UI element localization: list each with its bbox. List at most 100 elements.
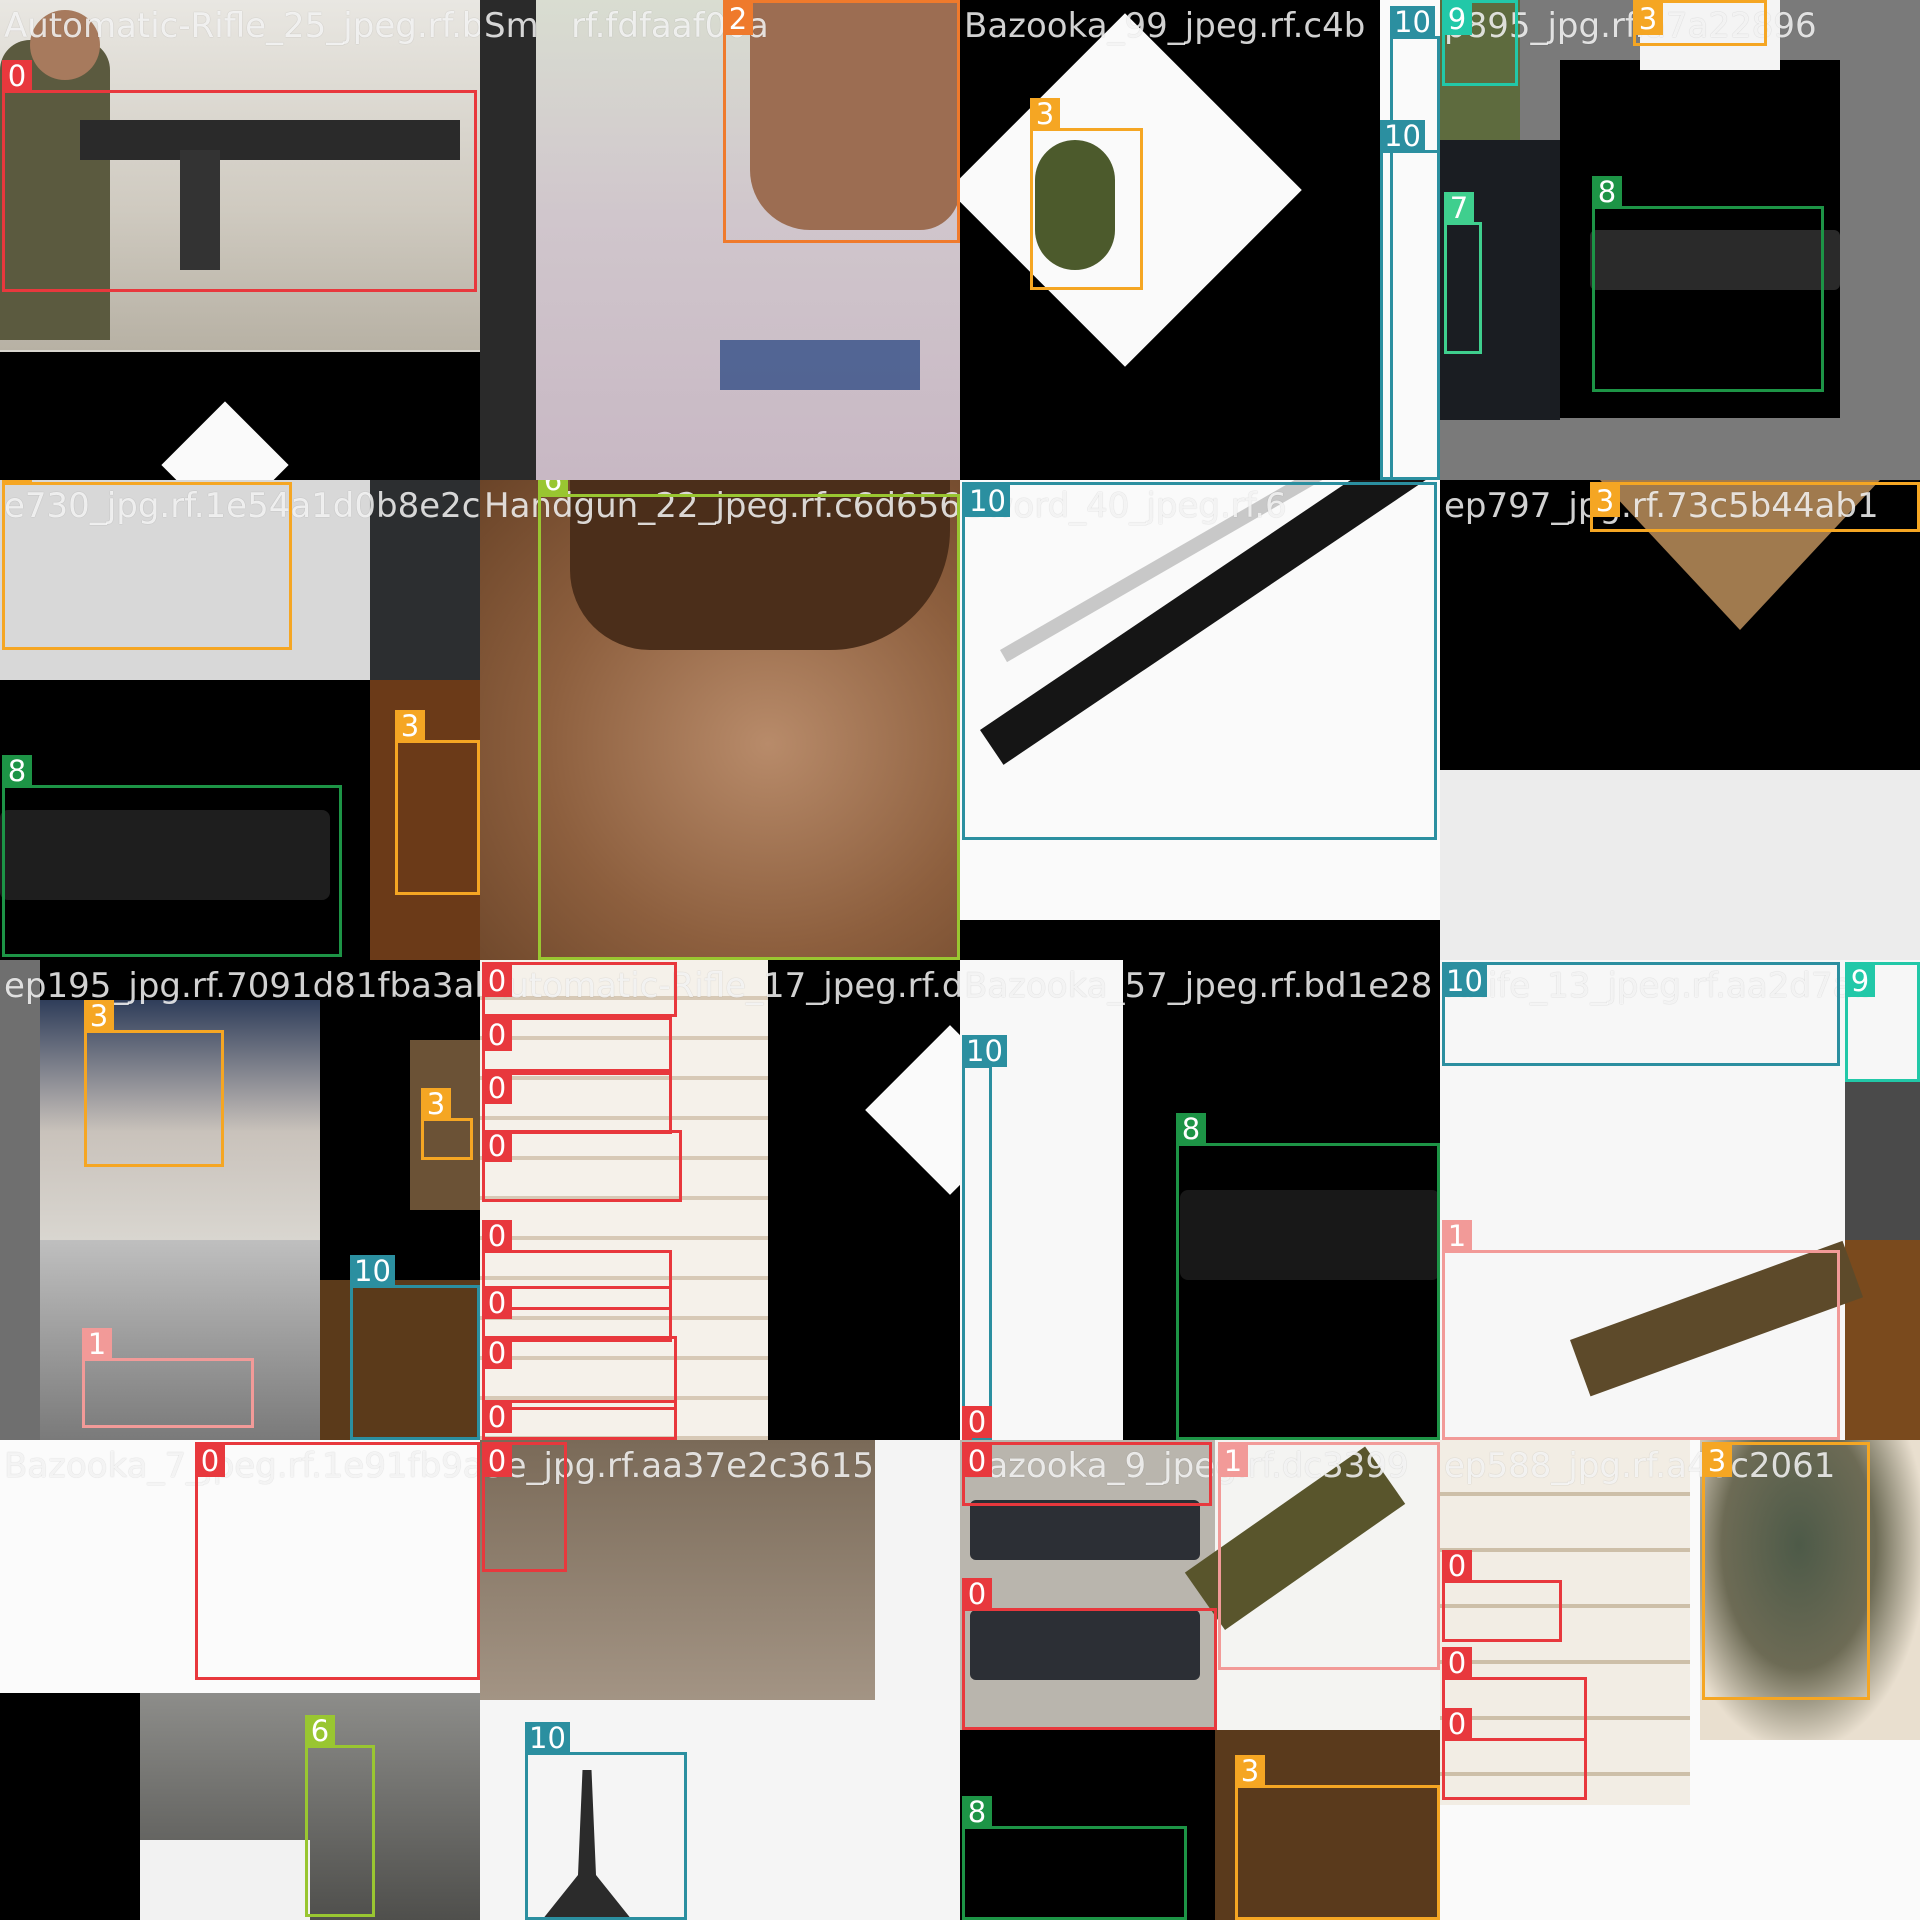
box-class-label: 3 — [2, 480, 32, 484]
box-class-label: 1 — [1218, 1445, 1248, 1477]
box-class-0: 0 — [2, 60, 477, 292]
box-class-label: 0 — [1442, 1708, 1472, 1740]
box-class-3: 3 — [421, 1088, 473, 1160]
box-class-0: 0 — [482, 1130, 682, 1202]
box-class-0: 0 — [962, 1406, 992, 1440]
tile-11: Bazooka_57_jpeg.rf.bd1e28 10 8 0 — [960, 960, 1440, 1440]
box-class-label: 3 — [1633, 3, 1663, 35]
box-class-label: 0 — [962, 1445, 992, 1477]
box-class-label: 10 — [525, 1722, 570, 1754]
box-class-label: 10 — [1390, 6, 1435, 38]
box-class-label: 10 — [965, 485, 1010, 517]
box-class-10: 10 — [525, 1722, 687, 1920]
box-class-label: 3 — [1702, 1445, 1732, 1477]
tile-16: ep588_jpg.rf.a40c2061 0 0 0 3 — [1440, 1440, 1920, 1920]
box-class-2: 2 — [723, 0, 960, 243]
box-class-label: 0 — [482, 1401, 512, 1433]
box-class-10: 10 — [1442, 962, 1840, 1066]
box-class-label: 0 — [2, 60, 32, 92]
box-class-label: 8 — [1176, 1113, 1206, 1145]
box-class-label: 10 — [1442, 965, 1487, 997]
box-class-label: 6 — [305, 1715, 335, 1747]
box-class-8: 8 — [962, 1796, 1187, 1920]
box-class-8: 8 — [2, 755, 342, 957]
box-class-label: 0 — [482, 1445, 512, 1477]
box-class-label: 8 — [962, 1796, 992, 1828]
box-class-label: 3 — [84, 1000, 114, 1032]
box-class-label: 2 — [723, 3, 753, 35]
box-class-9: 9 — [1442, 0, 1518, 86]
box-class-3: 3 — [395, 710, 480, 895]
box-class-label: 0 — [482, 1220, 512, 1252]
box-class-0: 0 — [1442, 1708, 1587, 1800]
box-class-label: 0 — [482, 1072, 512, 1104]
box-class-label: 1 — [1442, 1220, 1472, 1252]
box-class-label: 1 — [82, 1328, 112, 1360]
box-class-0: 0 — [962, 1578, 1217, 1730]
tile-12: Knife_13_jpeg.rf.aa2d7ab 10 9 1 — [1440, 960, 1920, 1440]
box-class-3: 3 — [1702, 1442, 1870, 1700]
box-class-label: 0 — [962, 1578, 992, 1610]
box-class-label: 10 — [962, 1035, 1007, 1067]
tile-14: 3e_jpg.rf.aa37e2c3615 0 10 — [480, 1440, 960, 1920]
box-class-7: 7 — [1444, 192, 1482, 354]
box-class-0: 0 — [195, 1442, 480, 1680]
tile-1: Automatic-Rifle_25_jpeg.rf.b 0 — [0, 0, 480, 480]
box-class-label: 3 — [1235, 1755, 1265, 1787]
box-class-0: 0 — [482, 1286, 672, 1342]
tile-10: Automatic-Rifle_17_jpeg.rf.d 0 0 0 0 0 0… — [480, 960, 960, 1440]
box-class-3: 3 — [1235, 1755, 1440, 1920]
box-class-3: 3 — [2, 480, 292, 650]
tile-7: Sword_40_jpeg.rf.6 10 — [960, 480, 1440, 960]
box-class-label: 0 — [962, 1406, 992, 1438]
box-class-0: 0 — [482, 1400, 677, 1440]
box-class-label: 3 — [421, 1088, 451, 1120]
box-class-10: 10 — [1380, 120, 1440, 480]
tile-2: Sm rf.fdfaaf00a 2 — [480, 0, 960, 480]
detection-mosaic: Automatic-Rifle_25_jpeg.rf.b 0 Sm rf.fdf… — [0, 0, 1920, 1920]
box-class-0: 0 — [1442, 1550, 1562, 1642]
box-class-label: 0 — [1442, 1550, 1472, 1582]
box-class-3: 3 — [1030, 98, 1143, 290]
box-class-3: 3 — [1590, 482, 1920, 532]
box-class-label: 10 — [1380, 120, 1425, 152]
tile-4: p895_jpg.rf.a7a22896 9 3 7 8 — [1440, 0, 1920, 480]
box-class-label: 0 — [482, 1337, 512, 1369]
tile-8: ep797_jpg.rf.73c5b44ab1 3 — [1440, 480, 1920, 960]
box-class-8: 8 — [1176, 1113, 1440, 1440]
box-class-9: 9 — [1845, 962, 1920, 1082]
box-class-0: 0 — [482, 1072, 672, 1134]
box-class-label: 8 — [1592, 176, 1622, 208]
box-class-label: 0 — [482, 1019, 512, 1051]
box-class-3: 3 — [84, 1000, 224, 1167]
tile-15: Bazooka_9_jpeg.rf.dc3399 0 0 1 8 3 — [960, 1440, 1440, 1920]
box-class-label: 6 — [538, 480, 568, 496]
tile-9: ep195_jpg.rf.7091d81fba3ab 3 3 1 10 — [0, 960, 480, 1440]
tile-filename: Bazooka_99_jpeg.rf.c4b — [964, 6, 1366, 46]
box-class-label: 0 — [1442, 1647, 1472, 1679]
box-class-label: 9 — [1442, 3, 1472, 35]
box-class-label: 0 — [195, 1445, 225, 1477]
tile-5: e730_jpg.rf.1e54a1d0b8e2c5 3 8 3 — [0, 480, 480, 960]
box-class-0: 0 — [482, 1442, 567, 1572]
box-class-label: 0 — [482, 1287, 512, 1319]
box-class-label: 7 — [1444, 192, 1474, 224]
box-class-label: 8 — [2, 755, 32, 787]
tile-6: Handgun_22_jpeg.rf.c6d656 6 — [480, 480, 960, 960]
tile-3: Bazooka_99_jpeg.rf.c4b 3 10 10 — [960, 0, 1440, 480]
box-class-10: 10 — [962, 1035, 1007, 1440]
box-class-label: 3 — [395, 710, 425, 742]
box-class-label: 0 — [482, 965, 512, 997]
box-class-3: 3 — [1633, 0, 1767, 46]
box-class-0: 0 — [962, 1442, 1212, 1506]
box-class-label: 10 — [350, 1255, 395, 1287]
box-class-6: 6 — [538, 480, 960, 960]
tile-13: Bazooka_7_jpeg.rf.1e91fb9a 0 6 — [0, 1440, 480, 1920]
box-class-6: 6 — [305, 1715, 375, 1917]
box-class-0: 0 — [482, 962, 677, 1017]
box-class-10: 10 — [962, 482, 1437, 840]
box-class-label: 0 — [482, 1130, 512, 1162]
box-class-0: 0 — [482, 1017, 672, 1072]
box-class-1: 1 — [1218, 1442, 1440, 1670]
box-class-label: 9 — [1845, 965, 1875, 997]
